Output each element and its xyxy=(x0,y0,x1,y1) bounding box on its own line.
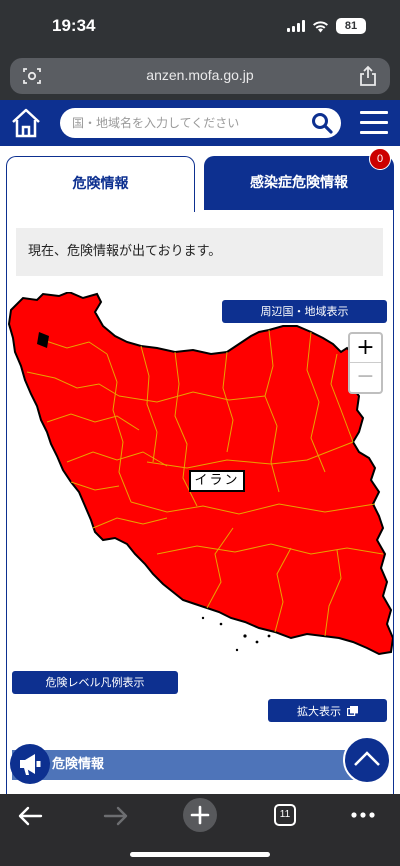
danger-info-section-label: 危険情報 xyxy=(52,757,105,772)
zoom-control: + − xyxy=(348,332,383,394)
danger-notice: 現在、危険情報が出ております。 xyxy=(16,228,383,276)
country-name-label[interactable]: イラン xyxy=(189,470,245,492)
browser-toolbar: 11 xyxy=(0,794,400,866)
danger-level-legend-button[interactable]: 危険レベル凡例表示 xyxy=(12,671,178,694)
danger-info-section-header[interactable]: 危険情報 xyxy=(12,750,358,780)
enlarge-map-label: 拡大表示 xyxy=(297,704,341,718)
status-bar: 19:34 81 xyxy=(0,0,400,52)
wifi-icon xyxy=(313,20,328,32)
tab-infection-info[interactable]: 感染症危険情報 xyxy=(204,156,394,210)
url-text: anzen.mofa.go.jp xyxy=(146,67,254,83)
tabs-overview-button[interactable]: 11 xyxy=(274,804,296,826)
signal-icon xyxy=(287,20,305,32)
battery-icon: 81 xyxy=(336,18,366,34)
zoom-out-button[interactable]: − xyxy=(350,363,381,392)
search-input[interactable] xyxy=(72,108,302,138)
plus-icon xyxy=(190,805,210,825)
tab-danger-info[interactable]: 危険情報 xyxy=(6,156,195,212)
home-icon[interactable] xyxy=(8,104,44,142)
main-content: 危険情報 感染症危険情報 0 現在、危険情報が出ております。 イラン 周辺国・地… xyxy=(0,146,400,794)
hamburger-menu-icon[interactable] xyxy=(360,110,390,136)
zoom-in-button[interactable]: + xyxy=(350,334,381,363)
tab-infection-info-label: 感染症危険情報 xyxy=(250,175,348,191)
megaphone-icon xyxy=(10,744,50,784)
browser-address-bar: anzen.mofa.go.jp xyxy=(0,52,400,100)
show-neighbors-button[interactable]: 周辺国・地域表示 xyxy=(222,300,387,323)
forward-arrow-icon[interactable] xyxy=(102,804,130,828)
status-time: 19:34 xyxy=(52,16,96,35)
share-icon[interactable] xyxy=(358,65,378,87)
status-icons: 81 xyxy=(287,18,366,34)
new-tab-button[interactable] xyxy=(183,798,217,832)
enlarge-icon xyxy=(347,705,358,716)
more-options-icon[interactable] xyxy=(350,805,376,825)
back-arrow-icon[interactable] xyxy=(16,804,44,828)
search-icon[interactable] xyxy=(311,112,333,134)
enlarge-map-button[interactable]: 拡大表示 xyxy=(268,699,387,722)
url-field[interactable]: anzen.mofa.go.jp xyxy=(10,58,390,94)
search-box xyxy=(60,108,341,138)
tab-danger-info-label: 危険情報 xyxy=(72,176,129,192)
chevron-up-icon xyxy=(354,751,380,766)
notification-badge: 0 xyxy=(369,148,391,170)
home-indicator xyxy=(130,852,270,857)
site-header xyxy=(0,100,400,146)
scroll-to-top-button[interactable] xyxy=(343,736,391,784)
